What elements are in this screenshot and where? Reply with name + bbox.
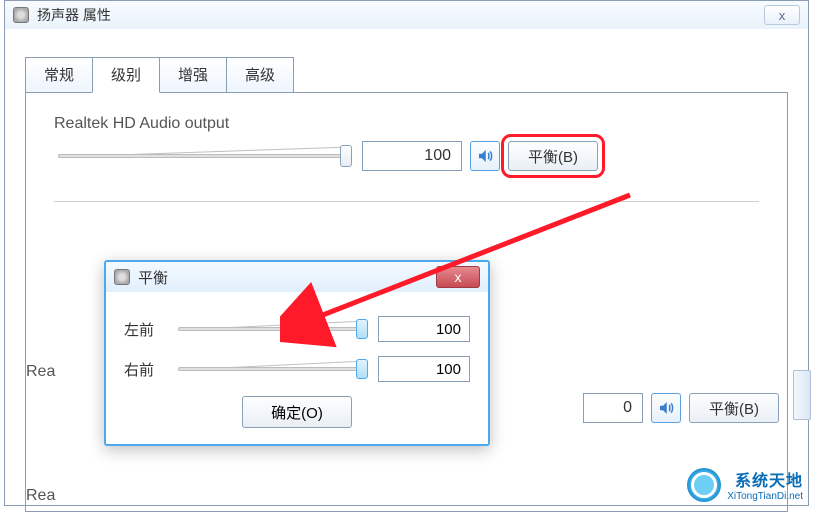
slider-thumb[interactable] <box>356 359 368 379</box>
output2-label: Rea <box>26 363 55 381</box>
watermark-icon <box>687 468 721 502</box>
output1-value[interactable]: 100 <box>362 141 462 171</box>
mute-button[interactable] <box>470 141 500 171</box>
tab-enhance[interactable]: 增强 <box>159 57 227 92</box>
output1-slider[interactable] <box>54 143 354 169</box>
balance-button[interactable]: 平衡(B) <box>508 141 598 171</box>
output1-row: 100 平衡(B) <box>54 141 759 171</box>
balance-close-button[interactable]: x <box>436 266 480 288</box>
slider-thumb[interactable] <box>356 319 368 339</box>
output1-label: Realtek HD Audio output <box>54 115 759 133</box>
watermark-url: XiTongTianDi.net <box>727 491 803 502</box>
balance-body: 左前 100 右前 100 确定(O) <box>106 292 488 444</box>
close-button[interactable]: x <box>764 5 800 25</box>
speaker-icon <box>476 147 494 165</box>
balance-title: 平衡 <box>138 267 168 288</box>
window-icon <box>114 269 130 285</box>
slider-thumb[interactable] <box>340 145 352 167</box>
output3-label: Rea <box>26 487 55 505</box>
left-front-value[interactable]: 100 <box>378 316 470 342</box>
tab-strip: 常规 级别 增强 高级 <box>25 57 808 92</box>
titlebar: 扬声器 属性 x <box>5 1 808 29</box>
ok-button[interactable]: 确定(O) <box>242 396 352 428</box>
speaker-icon <box>657 399 675 417</box>
tab-levels[interactable]: 级别 <box>92 57 160 93</box>
output2-value[interactable]: 0 <box>583 393 643 423</box>
right-front-label: 右前 <box>124 359 166 380</box>
left-front-slider[interactable] <box>176 317 368 341</box>
window-icon <box>13 7 29 23</box>
balance-titlebar: 平衡 x <box>106 262 488 292</box>
tab-advanced[interactable]: 高级 <box>226 57 294 92</box>
window-title: 扬声器 属性 <box>37 5 111 25</box>
right-front-slider[interactable] <box>176 357 368 381</box>
right-front-value[interactable]: 100 <box>378 356 470 382</box>
divider <box>54 201 759 202</box>
output2-row: 0 平衡(B) <box>583 393 779 423</box>
balance-button-2[interactable]: 平衡(B) <box>689 393 779 423</box>
watermark-title: 系统天地 <box>727 467 803 491</box>
tab-general[interactable]: 常规 <box>25 57 93 92</box>
left-front-row: 左前 100 <box>124 316 470 342</box>
left-front-label: 左前 <box>124 319 166 340</box>
mute-button-2[interactable] <box>651 393 681 423</box>
watermark: 系统天地 XiTongTianDi.net <box>687 467 803 502</box>
balance-dialog: 平衡 x 左前 100 右前 100 确定(O) <box>104 260 490 446</box>
right-front-row: 右前 100 <box>124 356 470 382</box>
scrollbar-thumb[interactable] <box>793 370 811 420</box>
